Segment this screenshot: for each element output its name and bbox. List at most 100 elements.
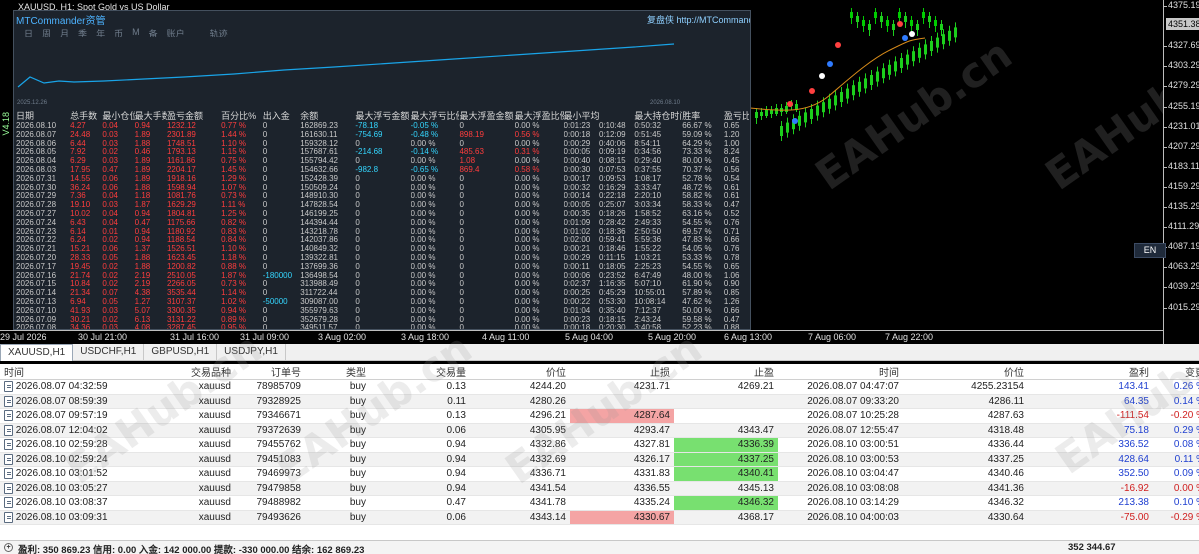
report-cell: 21.34	[70, 289, 91, 298]
brand-label[interactable]: MTCommander资管	[16, 12, 105, 27]
order-cell-time: 2026.08.10 02:59:24	[0, 452, 115, 467]
orders-col-header[interactable]: 价位	[903, 364, 1028, 380]
candle	[870, 70, 873, 90]
report-cell: 2026.07.09	[16, 315, 57, 324]
report-cell: 0:00:30	[563, 165, 591, 174]
order-row[interactable]: 2026.08.10 03:08:37 xauusd 79488982 buy 0.47…	[0, 495, 1199, 511]
orders-col-header[interactable]: 时间	[0, 364, 115, 380]
report-cell: 0.85	[723, 289, 740, 298]
order-row[interactable]: 2026.08.10 03:05:27 xauusd 79479858 buy 0.94…	[0, 481, 1199, 496]
order-row[interactable]: 2026.08.07 09:57:19 xauusd 79346671 buy 0.13…	[0, 408, 1199, 424]
report-cell: 0.00 %	[514, 297, 540, 306]
time-tick-label: 7 Aug 22:00	[885, 332, 934, 342]
report-cell: 4.08	[134, 324, 151, 330]
report-cell: 0.61	[723, 192, 740, 201]
report-cell: 47.62 %	[682, 297, 712, 306]
orders-col-header[interactable]: 交易量	[370, 364, 470, 380]
report-cell: 0:18:36	[598, 227, 626, 236]
report-cell: 2026.07.16	[16, 271, 57, 280]
report-cell: 2026.07.24	[16, 218, 57, 227]
report-cell: 0:45:29	[598, 289, 626, 298]
report-cell: 1.27	[134, 297, 151, 306]
report-cell: 1.87 %	[221, 271, 246, 280]
expand-icon[interactable]: +	[4, 543, 13, 552]
report-cell: 0.66	[723, 236, 740, 245]
order-row[interactable]: 2026.08.07 08:59:39 xauusd 79328925 buy 0.11…	[0, 394, 1199, 409]
report-row: 2026.08.03 17.95 0.47 1.89 2204.17 1.45 % 0 154…	[16, 166, 749, 175]
orders-col-header[interactable]: 止损	[570, 364, 674, 380]
orders-col-header[interactable]: 价位	[470, 364, 570, 380]
order-cell-tp: 4340.41	[674, 466, 778, 482]
report-cell: 2:50:50	[634, 227, 662, 236]
candle	[916, 20, 919, 36]
order-cell-volume: 0.94	[370, 437, 470, 453]
report-cell: 0:20:30	[598, 324, 626, 330]
orders-col-header[interactable]: 订单号	[235, 364, 305, 380]
order-cell-close-price: 4286.11	[903, 394, 1028, 409]
report-cell: 0.04	[102, 192, 118, 201]
report-cell: 1175.66	[166, 218, 196, 227]
orders-col-header[interactable]: 时间	[778, 364, 903, 380]
report-cell: 0.00 %	[514, 315, 540, 324]
report-cell: 6.24	[70, 236, 86, 245]
order-cell-tp: 4343.47	[674, 423, 778, 438]
report-cell: 0.00 %	[410, 227, 436, 236]
order-cell-sl: 4231.71	[570, 379, 674, 395]
price-tick-label: 4279.29	[1163, 80, 1199, 91]
price-chart[interactable]: EAHub.cn EAHub.cn EAHub.cn EAHub.cn XAUU…	[0, 0, 1199, 344]
order-cell-ticket: 79469973	[235, 466, 305, 482]
order-cell-sl: 4336.55	[570, 481, 674, 496]
orders-col-header[interactable]: 变更	[1153, 364, 1199, 380]
report-row: 2026.07.27 10.02 0.04 0.94 1804.81 1.25 % 0 146…	[16, 210, 749, 219]
orders-col-header[interactable]: 交易品种	[115, 364, 235, 380]
report-cell: 53.33 %	[682, 253, 712, 262]
report-cell: 0	[355, 315, 360, 324]
symbol-tab[interactable]: USDCHF,H1	[73, 344, 145, 361]
report-cell: 0.00 %	[514, 201, 540, 210]
report-cell: 58.33 %	[682, 201, 712, 210]
promo-link[interactable]: 复盘侠 http://MTCommander.com	[647, 13, 750, 26]
candle	[940, 20, 943, 36]
order-cell-sl: 4330.67	[570, 510, 674, 525]
report-header-row: 日期总手数最小仓位最大手数盈亏金额百分比%出入金余额最大浮亏金额最大浮亏比例最大…	[16, 109, 749, 122]
report-cell: 0.47	[723, 201, 740, 210]
input-language-badge[interactable]: EN	[1134, 243, 1166, 258]
order-row[interactable]: 2026.08.10 02:59:28 xauusd 79455762 buy 0.94…	[0, 437, 1199, 453]
order-row[interactable]: 2026.08.10 02:59:24 xauusd 79451083 buy 0.94…	[0, 452, 1199, 467]
symbol-tab[interactable]: XAUUSD,H1	[0, 344, 74, 361]
report-cell: 0:53:30	[598, 297, 626, 306]
order-row[interactable]: 2026.08.10 03:01:52 xauusd 79469973 buy 0.94…	[0, 466, 1199, 482]
candle	[900, 53, 903, 73]
report-cell: 0.02	[102, 262, 118, 271]
time-tick-label: 5 Aug 20:00	[648, 332, 697, 342]
time-axis[interactable]: 29 Jul 2026 30 Jul 21:00 31 Jul 16:00 31 Ju…	[0, 330, 1163, 344]
order-cell-price: 4332.69	[470, 452, 570, 467]
candle	[804, 107, 807, 128]
order-time: 2026.08.10 03:09:31	[15, 511, 108, 523]
order-row[interactable]: 2026.08.07 04:32:59 xauusd 78985709 buy 0.13…	[0, 379, 1199, 395]
report-cell: 0	[262, 306, 268, 315]
candle	[942, 29, 945, 50]
candle	[886, 16, 889, 32]
report-cell: 0.00 %	[514, 324, 540, 330]
report-cell: 2026.07.21	[16, 245, 57, 254]
candle	[882, 63, 885, 84]
order-cell-time: 2026.08.10 03:05:27	[0, 481, 115, 496]
price-axis[interactable]: 4351.38 4375.19 4327.69 4303.29 4279.29 4255…	[1162, 0, 1199, 344]
order-row[interactable]: 2026.08.07 12:04:02 xauusd 79372639 buy 0.06…	[0, 423, 1199, 438]
report-cell: 0:59:41	[598, 236, 626, 245]
orders-col-header[interactable]: 止盈	[674, 364, 778, 380]
orders-col-header[interactable]: 类型	[305, 364, 370, 380]
report-cell: 0.02	[102, 148, 118, 157]
symbol-tab[interactable]: USDJPY,H1	[217, 344, 286, 361]
report-cell: 161630.11	[300, 130, 338, 139]
order-cell-close-price: 4287.63	[903, 408, 1028, 424]
report-cell: 0.47	[134, 218, 151, 227]
orders-col-header[interactable]: 盈利	[1028, 364, 1153, 380]
report-cell: 0.90	[723, 280, 740, 289]
price-tick-label: 4327.69	[1163, 40, 1199, 51]
symbol-tab[interactable]: GBPUSD,H1	[144, 344, 218, 361]
report-cell: 1081.76	[166, 192, 196, 201]
order-row[interactable]: 2026.08.10 03:09:31 xauusd 79493626 buy 0.06…	[0, 510, 1199, 525]
order-cell-volume: 0.94	[370, 452, 470, 467]
